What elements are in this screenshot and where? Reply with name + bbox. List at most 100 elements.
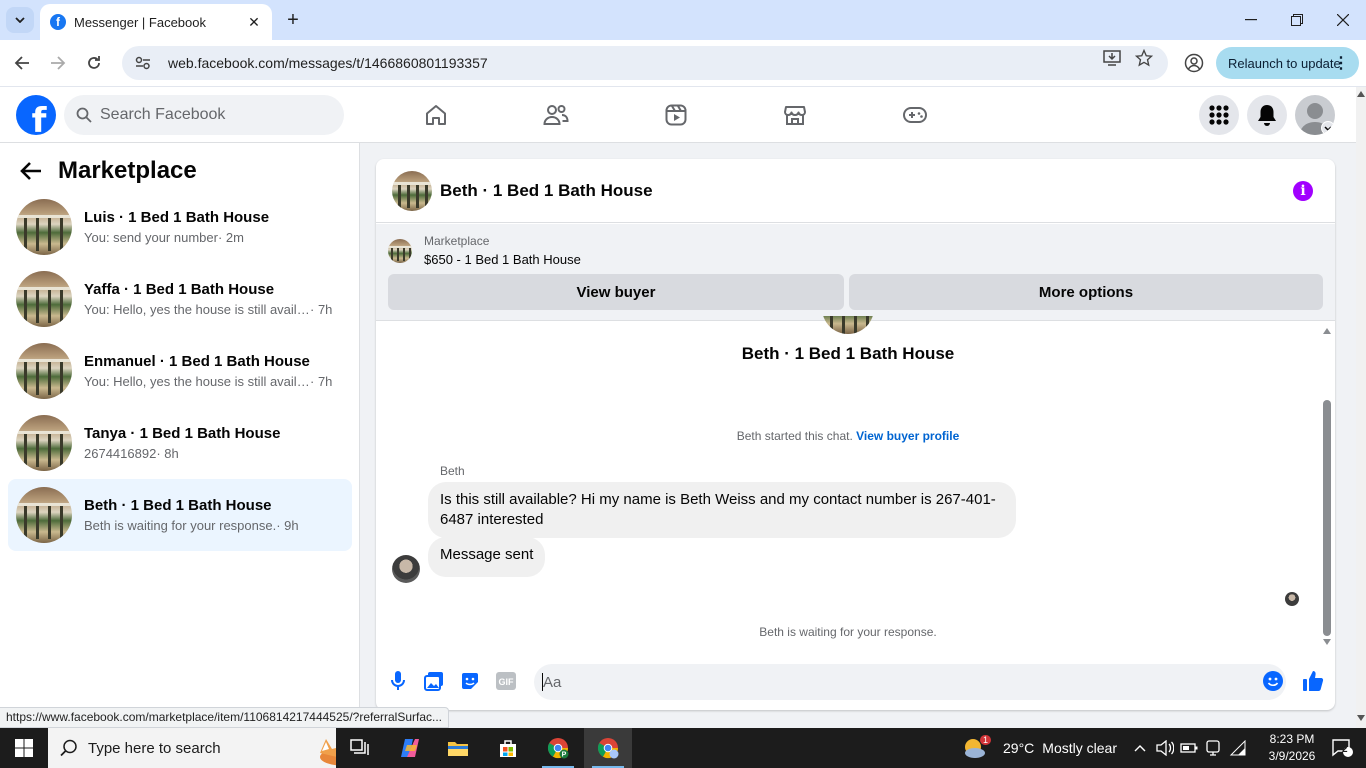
chat-title[interactable]: Beth · 1 Bed 1 Bath House	[440, 181, 653, 201]
listing-thumbnail	[16, 271, 72, 327]
listing-thumbnail	[16, 487, 72, 543]
device-icon[interactable]	[1202, 728, 1224, 768]
conversation-item-luis[interactable]: Luis · 1 Bed 1 Bath House You: send your…	[8, 191, 352, 263]
reload-button[interactable]	[82, 51, 106, 75]
conversation-snippet: 2674416892	[84, 446, 157, 461]
listing-price-title: $650 - 1 Bed 1 Bath House	[424, 252, 581, 267]
gaming-icon[interactable]	[901, 101, 929, 129]
page-scroll-down-icon[interactable]	[1357, 715, 1365, 721]
tab-close-icon[interactable]: ✕	[246, 14, 262, 31]
listing-small-thumbnail	[388, 238, 412, 263]
friends-icon[interactable]	[542, 101, 570, 129]
microphone-icon[interactable]	[386, 669, 410, 693]
battery-icon[interactable]	[1178, 728, 1200, 768]
conversation-snippet: You: send your number	[84, 230, 218, 245]
marketplace-sidebar: Marketplace Luis · 1 Bed 1 Bath House Yo…	[0, 143, 360, 708]
info-icon[interactable]: i	[1293, 181, 1313, 201]
message-input-field[interactable]	[534, 664, 1286, 700]
copilot-icon[interactable]	[386, 728, 434, 768]
sticker-icon[interactable]	[458, 669, 482, 693]
conversation-time: · 9h	[276, 518, 299, 533]
more-options-button[interactable]: More options	[849, 274, 1323, 310]
notification-center-icon[interactable]: 2	[1324, 728, 1360, 768]
volume-icon[interactable]	[1154, 728, 1176, 768]
tab-search-button[interactable]	[6, 7, 34, 33]
conversation-snippet: Beth is waiting for your response.	[84, 518, 277, 533]
view-buyer-button[interactable]: View buyer	[388, 274, 844, 310]
restore-button[interactable]	[1285, 8, 1309, 32]
message-bubble[interactable]: Message sent	[428, 537, 546, 577]
conversation-item-beth[interactable]: Beth · 1 Bed 1 Bath House Beth is waitin…	[8, 479, 352, 551]
chrome-profile-p-icon[interactable]: P	[534, 728, 582, 768]
view-buyer-profile-link[interactable]: View buyer profile	[856, 429, 959, 443]
message-thread: Beth · 1 Bed 1 Bath House Beth started t…	[376, 316, 1335, 649]
home-icon[interactable]	[422, 101, 450, 129]
back-arrow-icon[interactable]	[20, 162, 42, 180]
browser-tab[interactable]: f Messenger | Facebook ✕	[40, 4, 272, 40]
search-highlight-fox-icon	[320, 739, 336, 766]
minimize-button[interactable]	[1239, 8, 1263, 32]
menu-grid-icon[interactable]	[1199, 95, 1239, 135]
buyer-avatar[interactable]	[392, 555, 420, 583]
account-avatar[interactable]	[1295, 95, 1335, 135]
browser-tab-strip: f Messenger | Facebook ✕ +	[0, 0, 1366, 40]
marketplace-label: Marketplace	[424, 234, 490, 248]
conversation-name: Luis · 1 Bed 1 Bath House	[84, 209, 270, 226]
chat-started-notice: Beth started this chat. View buyer profi…	[376, 429, 1320, 443]
started-text: Beth started this chat.	[736, 429, 853, 443]
weather-widget[interactable]: 1 29°C Mostly clear	[962, 728, 1117, 768]
photo-icon[interactable]	[422, 669, 446, 693]
file-explorer-icon[interactable]	[434, 728, 482, 768]
chat-listing-avatar[interactable]	[392, 170, 432, 211]
taskbar-search-box[interactable]: Type here to search	[48, 728, 336, 768]
back-button[interactable]	[10, 51, 34, 75]
notifications-bell-icon[interactable]	[1247, 95, 1287, 135]
emoji-icon[interactable]	[1261, 669, 1285, 693]
facebook-logo-icon[interactable]: f	[16, 95, 56, 135]
page-scrollbar[interactable]	[1356, 87, 1366, 728]
more-menu-icon[interactable]: ⋮	[1333, 53, 1349, 73]
bookmark-star-icon[interactable]	[1134, 48, 1154, 68]
seen-indicator-avatar	[1285, 592, 1299, 606]
system-clock[interactable]: 8:23 PM 3/9/2026	[1264, 731, 1320, 765]
message-input[interactable]	[543, 673, 1223, 691]
conversation-name: Enmanuel · 1 Bed 1 Bath House	[84, 353, 310, 370]
message-bubble[interactable]: Is this still available? Hi my name is B…	[428, 482, 1016, 538]
windows-start-icon[interactable]	[0, 728, 48, 768]
windows-taskbar: Type here to search P 1 29°C Mostly clea…	[0, 728, 1366, 768]
sidebar-title: Marketplace	[58, 157, 197, 184]
facebook-favicon-icon: f	[50, 14, 66, 30]
listing-thumbnail	[16, 343, 72, 399]
conversation-item-yaffa[interactable]: Yaffa · 1 Bed 1 Bath House You: Hello, y…	[8, 263, 352, 335]
scroll-up-icon[interactable]	[1323, 328, 1331, 334]
relaunch-to-update-button[interactable]: Relaunch to update ⋮	[1216, 47, 1359, 79]
wifi-icon[interactable]	[1226, 728, 1250, 768]
marketplace-icon[interactable]	[781, 101, 809, 129]
task-view-icon[interactable]	[336, 728, 384, 768]
scrollbar-thumb[interactable]	[1323, 400, 1331, 636]
waiting-notice: Beth is waiting for your response.	[759, 625, 937, 639]
thread-scrollbar[interactable]	[1320, 322, 1334, 649]
show-hidden-icons-chevron-up-icon[interactable]	[1130, 728, 1150, 768]
forward-button[interactable]	[46, 51, 70, 75]
listing-summary[interactable]: Marketplace $650 - 1 Bed 1 Bath House	[388, 234, 581, 267]
conversation-name: Yaffa · 1 Bed 1 Bath House	[84, 281, 275, 298]
install-app-icon[interactable]	[1102, 48, 1122, 68]
profile-icon[interactable]	[1184, 53, 1204, 73]
chrome-icon[interactable]	[584, 728, 632, 768]
address-bar[interactable]: web.facebook.com/messages/t/146686080119…	[122, 46, 1168, 80]
facebook-search[interactable]	[64, 95, 344, 135]
watch-icon[interactable]	[662, 101, 690, 129]
site-settings-icon[interactable]	[134, 54, 152, 72]
new-tab-button[interactable]: +	[282, 8, 304, 32]
conversation-item-tanya[interactable]: Tanya · 1 Bed 1 Bath House 2674416892 · 8…	[8, 407, 352, 479]
close-window-button[interactable]	[1331, 8, 1355, 32]
page-scroll-up-icon[interactable]	[1357, 91, 1365, 97]
facebook-search-input[interactable]	[100, 106, 320, 124]
taskbar-search-placeholder: Type here to search	[88, 739, 221, 757]
conversation-item-enmanuel[interactable]: Enmanuel · 1 Bed 1 Bath House You: Hello…	[8, 335, 352, 407]
scroll-down-icon[interactable]	[1323, 639, 1331, 645]
thumbs-up-icon[interactable]	[1301, 669, 1325, 693]
gif-icon[interactable]: GIF	[494, 669, 518, 693]
microsoft-store-icon[interactable]	[484, 728, 532, 768]
